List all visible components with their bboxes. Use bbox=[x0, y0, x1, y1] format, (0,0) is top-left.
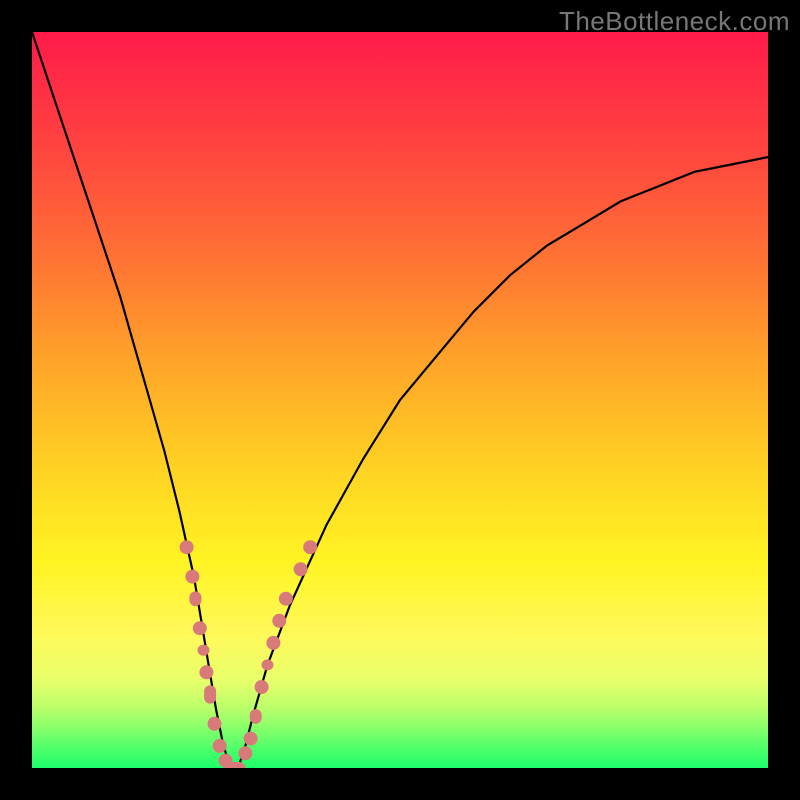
data-marker bbox=[198, 645, 210, 656]
bottleneck-curve-path bbox=[32, 32, 768, 768]
data-marker bbox=[303, 540, 317, 554]
data-marker bbox=[266, 636, 280, 650]
data-marker bbox=[250, 709, 262, 724]
data-markers bbox=[180, 540, 318, 768]
data-marker bbox=[180, 540, 194, 554]
data-marker bbox=[185, 570, 199, 584]
data-marker bbox=[213, 739, 227, 753]
data-marker bbox=[199, 665, 213, 679]
data-marker bbox=[223, 762, 245, 768]
data-marker bbox=[262, 659, 274, 670]
data-marker bbox=[193, 621, 207, 635]
chart-plot-area bbox=[32, 32, 768, 768]
data-marker bbox=[272, 614, 286, 628]
bottleneck-curve-svg bbox=[32, 32, 768, 768]
data-marker bbox=[208, 717, 222, 731]
data-marker bbox=[255, 680, 269, 694]
data-marker bbox=[244, 732, 258, 746]
data-marker bbox=[189, 591, 201, 606]
data-marker bbox=[204, 685, 216, 703]
data-marker bbox=[238, 746, 252, 760]
data-marker bbox=[279, 592, 293, 606]
data-marker bbox=[294, 562, 308, 576]
